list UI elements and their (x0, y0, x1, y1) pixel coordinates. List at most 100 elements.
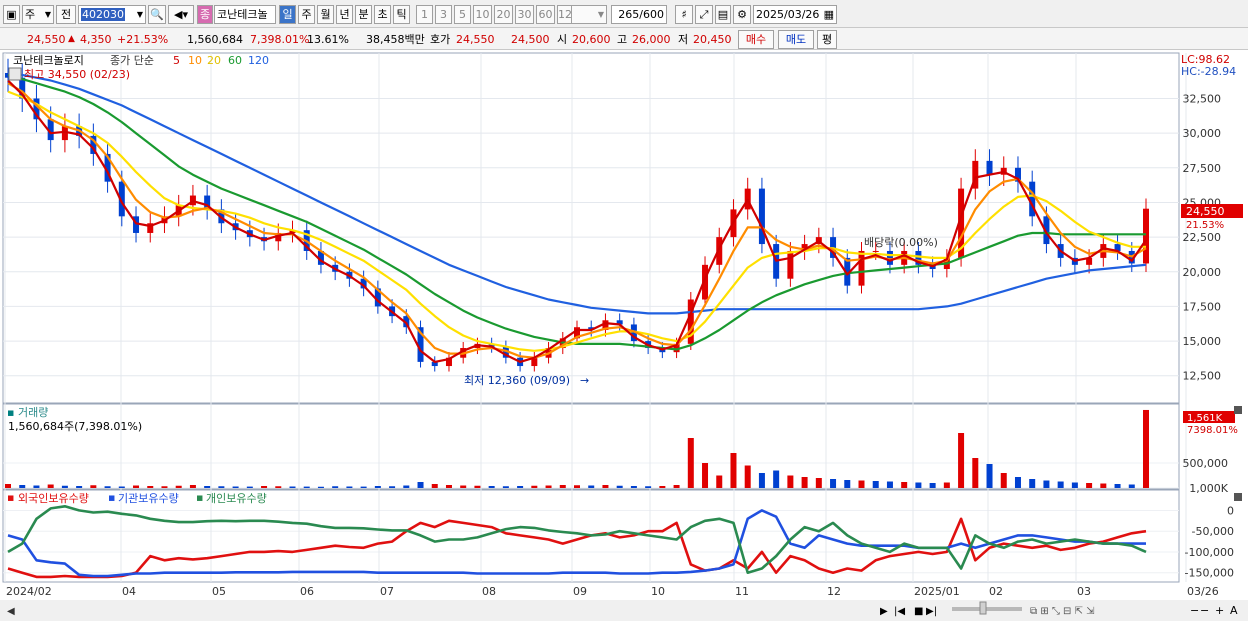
volume-bar (872, 481, 879, 488)
period-tab[interactable]: 초 (374, 5, 391, 24)
period-tab[interactable]: 일 (279, 5, 296, 24)
volume-bar (289, 486, 296, 488)
volume-bar (702, 463, 709, 488)
volume-bar (303, 486, 310, 488)
interval-button[interactable]: 1 (416, 5, 433, 24)
period-tab[interactable]: 틱 (393, 5, 410, 24)
volume-bar (445, 485, 452, 488)
volume-title: 거래량 (18, 406, 48, 419)
volume-bar (929, 483, 936, 488)
low-price: 20,450 (693, 33, 732, 46)
volume-bar (317, 486, 324, 488)
quote-info-bar: 24,550 ▲ 4,350 +21.53% 1,560,684 7,398.0… (0, 28, 1248, 50)
zoom-out-icon[interactable]: − (1190, 604, 1199, 617)
stock-code-input[interactable]: 402030 ▼ (78, 5, 146, 24)
volume-bar (204, 486, 211, 488)
volume-bar (1128, 484, 1135, 488)
legend-ma120: 120 (248, 54, 269, 67)
volume-bar (744, 465, 751, 488)
volume-bar (161, 486, 168, 488)
last-icon[interactable]: ▶| (926, 606, 937, 617)
gear-icon[interactable]: ⚙ (733, 5, 751, 24)
candle-body (986, 160, 993, 175)
date-tick-label: 08 (482, 585, 496, 598)
legend-individual: 개인보유수량 (206, 492, 267, 505)
zoom-in-icon[interactable]: + (1215, 604, 1224, 617)
volume-bar (346, 486, 353, 488)
close-panel-icon[interactable] (1234, 406, 1242, 414)
period-tab[interactable]: 분 (355, 5, 372, 24)
zoom-slider[interactable] (952, 607, 1022, 611)
ask-price: 24,550 (456, 33, 495, 46)
period-tab[interactable]: 월 (317, 5, 334, 24)
search-icon[interactable]: 🔍 (148, 5, 166, 24)
avg-button[interactable]: 평 (817, 30, 837, 49)
change-percent: +21.53% (117, 33, 169, 46)
date-value: 2025/03/26 (756, 8, 820, 21)
volume-bar (858, 480, 865, 488)
volume-bar (659, 486, 666, 488)
volume-bar (76, 486, 83, 488)
low-label: 저 (678, 33, 689, 46)
current-price: 24,550 (27, 33, 66, 46)
volume-bar (630, 486, 637, 488)
volume-bar (787, 475, 794, 488)
interval-button[interactable]: 3 (435, 5, 452, 24)
draw-tool-icon[interactable]: ⤢ (695, 5, 713, 24)
chart-menu-icon[interactable] (8, 67, 22, 81)
count-total: /600 (639, 8, 664, 21)
volume-bar (574, 485, 580, 488)
volume-bar (517, 486, 524, 488)
zoom-slider-handle[interactable] (979, 601, 987, 615)
volume-bar (531, 485, 538, 488)
interval-button[interactable]: 20 (494, 5, 513, 24)
scroll-left-icon[interactable]: ◀ (7, 606, 15, 617)
individual-square-icon: ▪ (196, 491, 203, 504)
count-input[interactable]: 265/600 (611, 5, 667, 24)
bid-price: 24,500 (511, 33, 550, 46)
volume-bar (1014, 477, 1021, 488)
volume-bar (1086, 483, 1093, 488)
stock-chart[interactable]: 32,50030,00027,50025,00022,50020,00017,5… (0, 50, 1248, 621)
window-menu-icon[interactable]: ▣ (3, 5, 20, 24)
tools-icon[interactable]: ⧉ ⊞ ⤡ ⊟ ⇱ ⇲ (1030, 606, 1095, 617)
dividend-annotation: 배당락(0.00%) (864, 236, 938, 249)
play-icon[interactable]: ▶ (880, 606, 888, 617)
auto-scale-icon[interactable]: A (1230, 604, 1238, 617)
price-tag: 24,550 (1186, 205, 1225, 218)
volume-bar (588, 485, 595, 488)
prev-button[interactable]: 전 (56, 5, 76, 24)
legend-institution: 기관보유수량 (118, 492, 179, 505)
interval-dropdown[interactable]: ▼ (571, 5, 607, 24)
interval-button[interactable]: 30 (515, 5, 534, 24)
volume-bar (332, 486, 339, 488)
interval-button[interactable]: 10 (473, 5, 492, 24)
volume-bar (118, 486, 125, 488)
volume-bar (147, 486, 154, 488)
candle-type-icon[interactable]: ♯ (675, 5, 693, 24)
volume-bar (958, 433, 965, 488)
volume-value-label: 1,560,684주(7,398.01%) (8, 420, 142, 433)
volume-bar (218, 486, 225, 488)
period-tab[interactable]: 년 (336, 5, 353, 24)
close-panel-icon[interactable] (1234, 493, 1242, 501)
interval-button[interactable]: 5 (454, 5, 471, 24)
date-tick-label: 07 (380, 585, 394, 598)
interval-button[interactable]: 60 (536, 5, 555, 24)
save-icon[interactable]: ▤ (715, 5, 731, 24)
sell-button[interactable]: 매도 (778, 30, 814, 49)
market-select[interactable]: 주 ▼ (22, 5, 54, 24)
buy-button[interactable]: 매수 (738, 30, 774, 49)
sound-icon[interactable]: ◀▾ (168, 5, 194, 24)
volume-bar (1000, 473, 1007, 488)
volume-square-icon: ▪ (7, 406, 14, 419)
zoom-reset-icon[interactable]: − (1200, 604, 1209, 617)
first-icon[interactable]: |◀ (894, 606, 905, 617)
date-tick-label: 04 (122, 585, 136, 598)
period-tab[interactable]: 주 (298, 5, 315, 24)
date-input[interactable]: 2025/03/26 ▦ (753, 5, 837, 24)
volume-bar (901, 482, 908, 488)
stock-name: 코난테크놀 (214, 5, 276, 24)
volume-bar (616, 485, 623, 488)
stop-icon[interactable]: ■ (914, 606, 923, 617)
